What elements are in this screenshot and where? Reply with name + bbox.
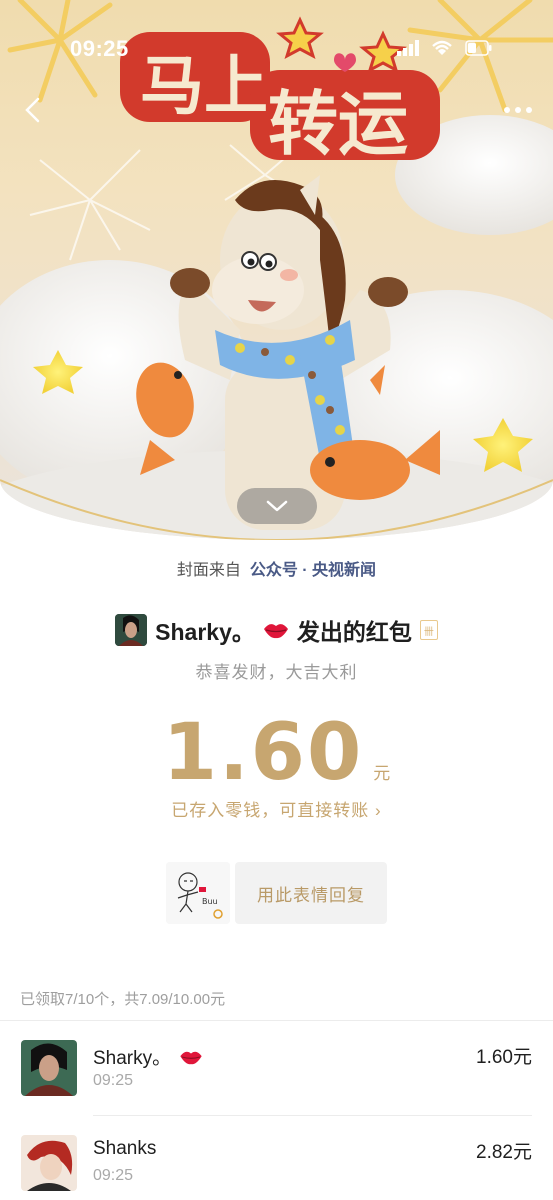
saved-to-wallet-link[interactable]: 已存入零钱，可直接转账 › — [0, 796, 553, 821]
tag-icon[interactable]: 卌 — [419, 620, 438, 640]
cover-source-link[interactable]: 公众号 · 央视新闻 — [250, 562, 376, 579]
amount-unit: 元 — [373, 764, 391, 783]
amount-value: 1.60 — [162, 708, 364, 798]
sender-row: Sharky。 发出的红包 卌 — [0, 612, 553, 648]
avatar-image — [115, 614, 148, 646]
status-icons — [397, 40, 493, 56]
sender-name[interactable]: Sharky。 — [155, 613, 255, 647]
list-divider — [0, 1020, 553, 1021]
record-time: 09:25 — [93, 1167, 134, 1184]
amount-row: 1.60 元 — [0, 702, 553, 792]
back-icon[interactable] — [18, 95, 48, 125]
battery-icon — [465, 40, 492, 56]
cover-image[interactable]: 马上 转运 09:25 — [0, 0, 553, 540]
reply-with-sticker-button[interactable]: 用此表情回复 — [235, 862, 387, 924]
cover-source-prefix: 封面来自 — [176, 562, 241, 579]
received-summary: 已领取7/10个，共7.09/10.00元 — [20, 991, 226, 1008]
sender-avatar[interactable] — [115, 614, 148, 646]
list-item[interactable]: Shanks 09:25 2.82元 — [0, 1135, 553, 1200]
record-time: 09:25 — [93, 1072, 134, 1089]
avatar[interactable] — [21, 1040, 77, 1096]
avatar-image — [21, 1135, 77, 1191]
record-name-text: Shanks — [93, 1138, 157, 1159]
expand-cover-button[interactable] — [237, 488, 317, 524]
record-amount: 2.82元 — [476, 1142, 532, 1163]
chevron-down-icon — [266, 500, 288, 512]
cover-source: 封面来自 公众号 · 央视新闻 — [0, 556, 553, 580]
status-bar: 09:25 — [0, 30, 553, 70]
record-name: Sharky。 — [93, 1043, 203, 1070]
sticker-preview[interactable]: Buu — [166, 862, 230, 924]
record-name: Shanks — [93, 1138, 156, 1160]
blessing-text: 恭喜发财，大吉大利 — [195, 663, 358, 682]
signal-icon — [397, 40, 419, 56]
cover-title-2: 转运 — [268, 83, 408, 165]
more-icon[interactable] — [501, 100, 535, 120]
row-divider — [93, 1115, 532, 1116]
avatar-image — [21, 1040, 77, 1096]
sticker-text: Buu — [202, 897, 218, 906]
status-time: 09:25 — [70, 36, 129, 61]
sender-suffix: 发出的红包 — [296, 619, 412, 645]
sticker-image: Buu — [166, 862, 230, 924]
wifi-icon — [432, 40, 452, 55]
cover-illustration: 马上 转运 — [0, 0, 553, 540]
record-name-text: Sharky。 — [93, 1048, 172, 1069]
avatar[interactable] — [21, 1135, 77, 1191]
lips-icon — [263, 624, 288, 639]
record-amount: 1.60元 — [476, 1047, 532, 1068]
list-item[interactable]: Sharky。 09:25 1.60元 — [0, 1040, 553, 1130]
lips-icon — [180, 1051, 202, 1064]
